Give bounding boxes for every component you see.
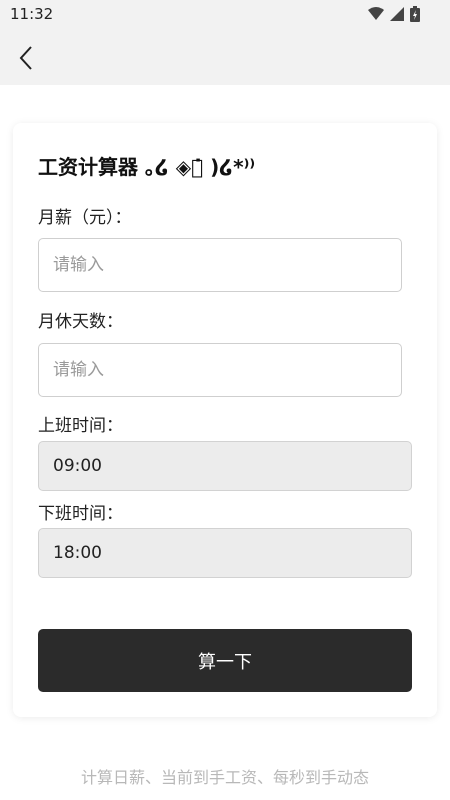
footer-note: 计算日薪、当前到手工资、每秒到手动态 [80, 768, 369, 787]
rest-days-input[interactable] [38, 343, 402, 397]
end-time-field[interactable]: 18:00 [38, 528, 412, 578]
start-time-label: 上班时间： [38, 416, 123, 436]
status-time: 11:32 [10, 5, 54, 23]
signal-icon [390, 7, 404, 21]
salary-input[interactable] [38, 238, 402, 292]
back-button[interactable] [10, 42, 42, 74]
end-time-label: 下班时间： [38, 504, 123, 524]
wifi-icon [368, 7, 384, 20]
app-bar [0, 30, 450, 85]
chevron-left-icon [19, 46, 32, 70]
end-time-value: 18:00 [53, 543, 102, 563]
salary-label: 月薪（元）： [38, 208, 132, 228]
calculator-card: 工资计算器 ｡໒ ◈⃘̇ )໒*⁾⁾ 月薪（元）： 月休天数： 上班时间： 09… [13, 123, 437, 717]
status-bar: 11:32 [0, 0, 450, 30]
card-title: 工资计算器 ｡໒ ◈⃘̇ )໒*⁾⁾ [38, 155, 256, 179]
calculate-button[interactable]: 算一下 [38, 629, 412, 692]
rest-days-label: 月休天数： [38, 312, 123, 332]
battery-icon [410, 6, 420, 22]
start-time-field[interactable]: 09:00 [38, 441, 412, 491]
start-time-value: 09:00 [53, 456, 102, 476]
status-icons [368, 6, 420, 22]
